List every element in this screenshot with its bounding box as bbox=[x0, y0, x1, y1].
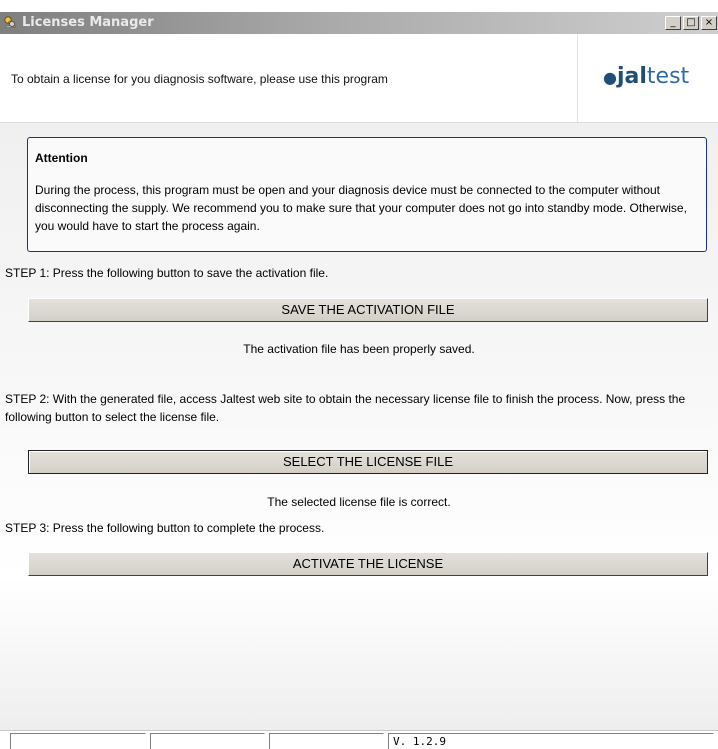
minimize-button[interactable]: _ bbox=[665, 16, 681, 30]
header-description: To obtain a license for you diagnosis so… bbox=[11, 72, 388, 86]
keys-icon bbox=[3, 15, 19, 31]
logo-panel: ●jaltest bbox=[577, 34, 718, 122]
title-bar[interactable]: Licenses Manager _ □ × bbox=[0, 12, 718, 34]
main-panel: Attention During the process, this progr… bbox=[0, 123, 718, 730]
activate-license-button[interactable]: ACTIVATE THE LICENSE bbox=[28, 552, 708, 576]
logo-j: j bbox=[616, 64, 625, 89]
step1-text: STEP 1: Press the following button to sa… bbox=[5, 266, 329, 280]
version-label: V. 1.2.9 bbox=[388, 733, 714, 749]
attention-title: Attention bbox=[35, 151, 88, 165]
select-license-file-button[interactable]: SELECT THE LICENSE FILE bbox=[28, 450, 708, 474]
logo-test: test bbox=[646, 64, 690, 89]
dot-icon: ● bbox=[603, 68, 617, 87]
maximize-button[interactable]: □ bbox=[683, 16, 699, 30]
status-cell-1 bbox=[10, 733, 146, 749]
step2-text: STEP 2: With the generated file, access … bbox=[5, 392, 686, 424]
step1-status: The activation file has been properly sa… bbox=[243, 342, 475, 356]
status-bar: V. 1.2.9 bbox=[0, 730, 718, 749]
status-cell-3 bbox=[269, 733, 384, 749]
header-panel: To obtain a license for you diagnosis so… bbox=[0, 34, 718, 123]
window-title: Licenses Manager bbox=[22, 15, 154, 30]
licenses-manager-window: Licenses Manager _ □ × To obtain a licen… bbox=[0, 0, 718, 749]
attention-box: Attention During the process, this progr… bbox=[27, 137, 707, 252]
step3-text: STEP 3: Press the following button to co… bbox=[5, 521, 325, 535]
logo-al: al bbox=[624, 64, 647, 89]
step2-status: The selected license file is correct. bbox=[267, 495, 451, 509]
save-activation-file-button[interactable]: SAVE THE ACTIVATION FILE bbox=[28, 298, 708, 322]
status-cell-2 bbox=[150, 733, 265, 749]
jaltest-logo: ●jaltest bbox=[603, 64, 689, 89]
attention-body: During the process, this program must be… bbox=[35, 183, 687, 233]
close-button[interactable]: × bbox=[701, 16, 717, 30]
